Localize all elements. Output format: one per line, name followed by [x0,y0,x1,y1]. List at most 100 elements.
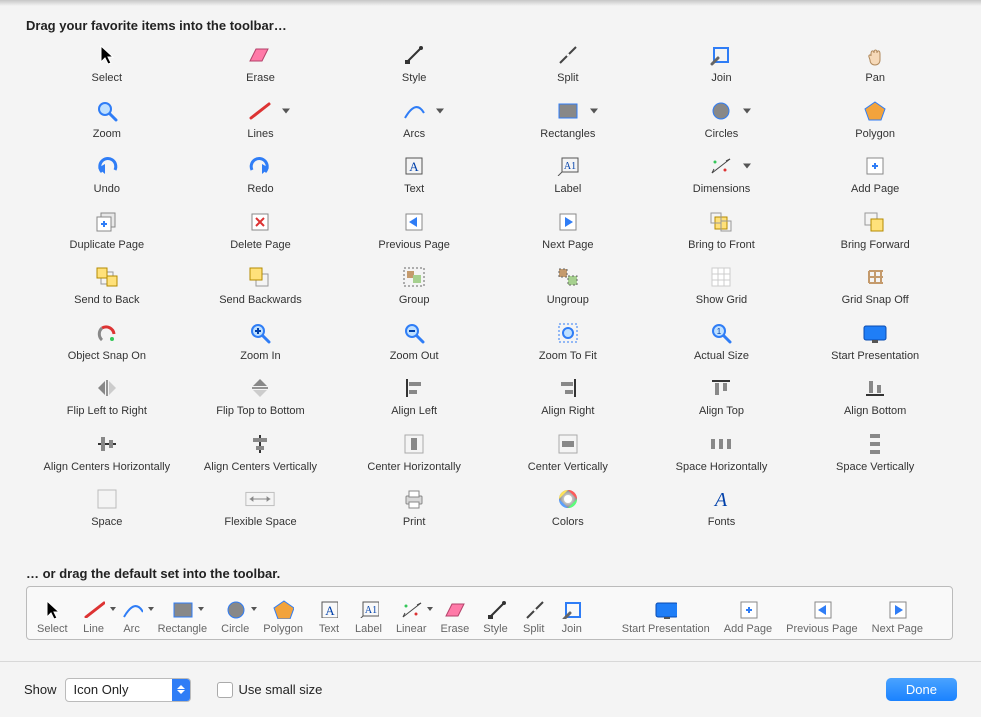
toolbar-item-erase[interactable]: Erase [441,598,470,635]
zoom-icon [91,98,123,124]
svg-text:A: A [713,489,728,510]
show-mode-select[interactable]: Icon Only [65,678,191,702]
palette-item-rectangles[interactable]: Rectangles [493,98,643,152]
palette-item-text[interactable]: AText [339,153,489,207]
toolbar-item-polygon[interactable]: Polygon [263,598,303,635]
linear-icon [399,598,423,620]
toolbar-item-text[interactable]: AText [317,598,341,635]
palette-item-space-h[interactable]: Space Horizontally [646,431,796,485]
palette-item-label: Align Centers Horizontally [44,461,171,473]
palette-item-label: Flip Left to Right [67,405,147,417]
done-button[interactable]: Done [886,678,957,701]
svg-text:A1: A1 [365,605,377,616]
palette-item-align-left[interactable]: Align Left [339,375,489,429]
palette-item-group[interactable]: Group [339,264,489,318]
palette-item-next-page[interactable]: Next Page [493,209,643,263]
toolbar-item-start-presentation[interactable]: Start Presentation [622,598,710,635]
palette-item-show-grid[interactable]: Show Grid [646,264,796,318]
toolbar-item-circle[interactable]: Circle [221,598,249,635]
palette-item-pan[interactable]: Pan [800,42,950,96]
palette-item-align-bottom[interactable]: Align Bottom [800,375,950,429]
toolbar-item-next-page[interactable]: Next Page [872,598,923,635]
palette-item-flexible-space[interactable]: Flexible Space [185,486,335,540]
palette-item-arcs[interactable]: Arcs [339,98,489,152]
toolbar-item-select[interactable]: Select [37,598,68,635]
palette-item-flip-left-to-right[interactable]: Flip Left to Right [32,375,182,429]
palette-item-align-centers-v[interactable]: Align Centers Vertically [185,431,335,485]
palette-item-space-v[interactable]: Space Vertically [800,431,950,485]
palette-item-flip-top-to-bottom[interactable]: Flip Top to Bottom [185,375,335,429]
palette-item-polygon[interactable]: Polygon [800,98,950,152]
toolbar-item-join[interactable]: Join [560,598,584,635]
palette-item-actual-size[interactable]: 1Actual Size [646,320,796,374]
rectangles-icon [552,98,584,124]
dropdown-chevron-icon [743,164,751,169]
default-toolbar-preview[interactable]: Select Line Arc Rectangle Circle Polygon AText… [26,586,953,640]
toolbar-item-line[interactable]: Line [82,598,106,635]
palette-item-delete-page[interactable]: Delete Page [185,209,335,263]
space-icon [91,486,123,512]
palette-item-bring-forward[interactable]: Bring Forward [800,209,950,263]
toolbar-item-label[interactable]: A1Label [355,598,382,635]
dropdown-chevron-icon [743,108,751,113]
palette-item-split[interactable]: Split [493,42,643,96]
palette-item-align-right[interactable]: Align Right [493,375,643,429]
palette-item-select[interactable]: Select [32,42,182,96]
palette-item-start-presentation[interactable]: Start Presentation [800,320,950,374]
palette-item-label: Rectangles [540,128,595,140]
style-icon [398,42,430,68]
palette-item-colors[interactable]: Colors [493,486,643,540]
palette-item-send-to-back[interactable]: Send to Back [32,264,182,318]
toolbar-item-add-page[interactable]: Add Page [724,598,772,635]
palette-item-grid-snap-off[interactable]: Grid Snap Off [800,264,950,318]
toolbar-item-style[interactable]: Style [483,598,507,635]
erase-icon [443,598,467,620]
toolbar-item-label: Split [523,623,544,635]
toolbar-item-previous-page[interactable]: Previous Page [786,598,858,635]
palette-item-erase[interactable]: Erase [185,42,335,96]
redo-icon [244,153,276,179]
zoom-in-icon [244,320,276,346]
palette-item-undo[interactable]: Undo [32,153,182,207]
lines-icon [244,98,276,124]
center-v-icon [552,431,584,457]
palette-item-fonts[interactable]: A Fonts [646,486,796,540]
use-small-size-checkbox[interactable]: Use small size [217,682,323,698]
palette-item-zoom-to-fit[interactable]: Zoom To Fit [493,320,643,374]
palette-item-object-snap-on[interactable]: Object Snap On [32,320,182,374]
palette-item-label: Text [404,183,424,195]
palette-item-space[interactable]: Space [32,486,182,540]
toolbar-item-rectangle[interactable]: Rectangle [158,598,208,635]
palette-item-zoom-in[interactable]: Zoom In [185,320,335,374]
palette-item-align-centers-h[interactable]: Align Centers Horizontally [32,431,182,485]
palette-item-zoom-out[interactable]: Zoom Out [339,320,489,374]
palette-item-bring-to-front[interactable]: Bring to Front [646,209,796,263]
polygon-icon [271,598,295,620]
previous-page-icon [810,598,834,620]
toolbar-item-split[interactable]: Split [522,598,546,635]
palette-item-label: Previous Page [378,239,450,251]
palette-item-join[interactable]: Join [646,42,796,96]
palette-item-style[interactable]: Style [339,42,489,96]
palette-item-center-h[interactable]: Center Horizontally [339,431,489,485]
palette-item-send-backwards[interactable]: Send Backwards [185,264,335,318]
palette-item-ungroup[interactable]: Ungroup [493,264,643,318]
bring-forward-icon [859,209,891,235]
palette-item-previous-page[interactable]: Previous Page [339,209,489,263]
show-label: Show [24,682,57,697]
palette-item-label: Fonts [708,516,736,528]
palette-item-circles[interactable]: Circles [646,98,796,152]
palette-item-dimensions[interactable]: Dimensions [646,153,796,207]
space-h-icon [705,431,737,457]
palette-item-label[interactable]: A1Label [493,153,643,207]
palette-item-add-page[interactable]: Add Page [800,153,950,207]
palette-item-align-top[interactable]: Align Top [646,375,796,429]
toolbar-item-arc[interactable]: Arc [120,598,144,635]
palette-item-duplicate-page[interactable]: Duplicate Page [32,209,182,263]
palette-item-center-v[interactable]: Center Vertically [493,431,643,485]
palette-item-print[interactable]: Print [339,486,489,540]
palette-item-redo[interactable]: Redo [185,153,335,207]
palette-item-lines[interactable]: Lines [185,98,335,152]
palette-item-zoom[interactable]: Zoom [32,98,182,152]
toolbar-item-linear[interactable]: Linear [396,598,427,635]
